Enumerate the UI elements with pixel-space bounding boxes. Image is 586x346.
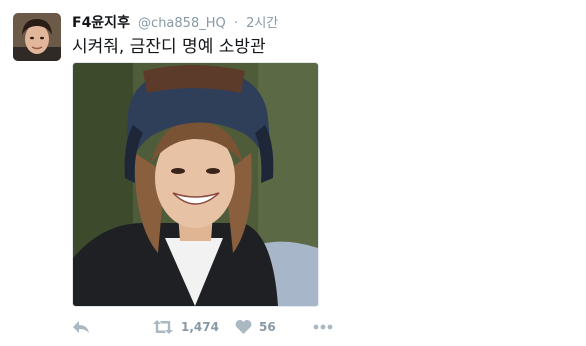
retweet-icon	[153, 320, 173, 334]
avatar[interactable]	[13, 13, 61, 61]
tweet-actions: 1,474 56	[72, 316, 372, 338]
reply-button[interactable]	[72, 316, 90, 338]
heart-icon	[235, 320, 252, 334]
separator-dot: ·	[233, 16, 238, 31]
tweet-text: 시켜줘, 금잔디 명예 소방관	[72, 37, 266, 57]
tweet-header: F4윤지후 @cha858_HQ · 2시간	[72, 12, 278, 32]
display-name[interactable]: F4윤지후	[72, 15, 130, 31]
tweet-timestamp[interactable]: 2시간	[246, 16, 278, 31]
like-count: 56	[259, 320, 276, 334]
more-button[interactable]	[313, 316, 333, 338]
photo-image	[73, 63, 318, 306]
tweet: F4윤지후 @cha858_HQ · 2시간 시켜줘, 금잔디 명예 소방관 1…	[0, 0, 586, 346]
avatar-image	[13, 13, 61, 61]
more-dots-icon	[313, 324, 333, 330]
tweet-photo[interactable]	[72, 62, 319, 307]
user-handle[interactable]: @cha858_HQ	[138, 16, 226, 31]
like-button[interactable]: 56	[235, 316, 276, 338]
retweet-count: 1,474	[181, 320, 219, 334]
reply-icon	[73, 321, 89, 333]
retweet-button[interactable]: 1,474	[152, 316, 219, 338]
